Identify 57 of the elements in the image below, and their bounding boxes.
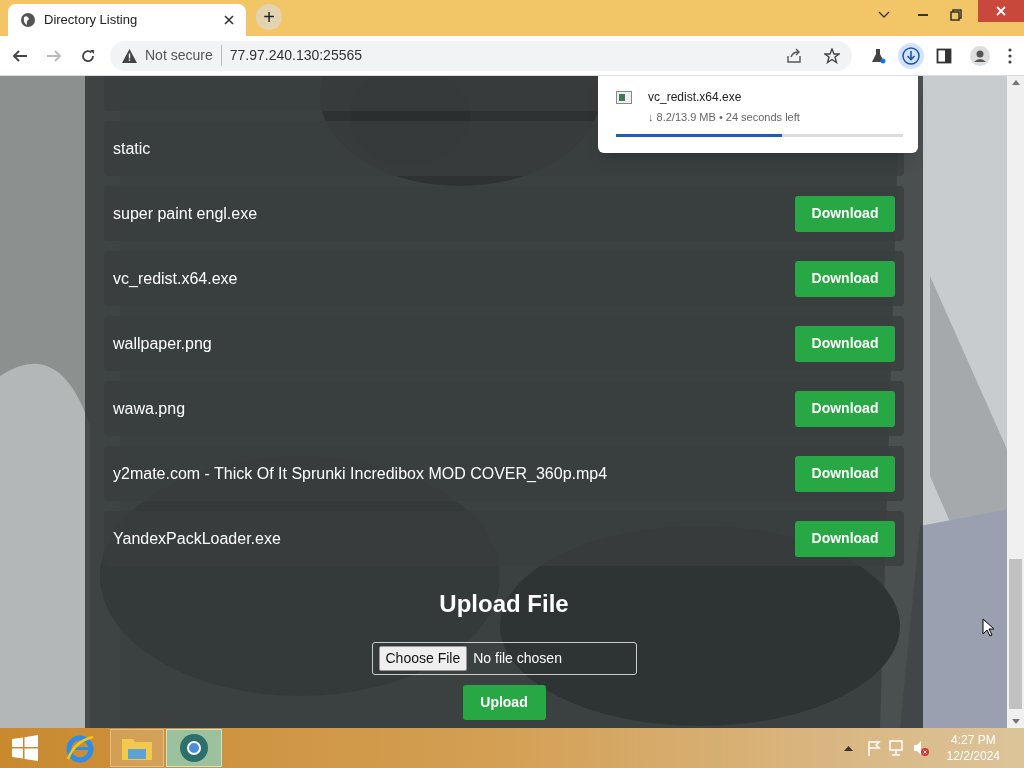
- choose-file-button[interactable]: Choose File: [378, 646, 468, 671]
- menu-icon[interactable]: [1008, 47, 1012, 64]
- download-button[interactable]: Download: [795, 325, 895, 362]
- file-name: YandexPackLoader.exe: [113, 528, 281, 549]
- upload-button[interactable]: Upload: [462, 685, 546, 720]
- download-status: ↓ 8.2/13.9 MB • 24 seconds left: [648, 110, 800, 125]
- minimize-icon[interactable]: [918, 13, 928, 17]
- close-window-button[interactable]: [978, 0, 1024, 22]
- download-button[interactable]: Download: [795, 455, 895, 492]
- download-filename[interactable]: vc_redist.x64.exe: [648, 88, 800, 106]
- file-name: wawa.png: [113, 398, 186, 419]
- chevron-down-icon[interactable]: [878, 11, 890, 19]
- mouse-cursor-icon: [982, 618, 994, 637]
- file-name: y2mate.com - Thick Of It Sprunki Incredibox MOD COVER_360p.mp4: [113, 463, 608, 484]
- taskbar-app[interactable]: [166, 729, 222, 767]
- file-name: static: [113, 138, 151, 159]
- muted-speaker-icon[interactable]: [912, 740, 929, 756]
- close-icon: [996, 6, 1006, 16]
- address-bar[interactable]: Not secure 77.97.240.130:25565: [110, 40, 852, 71]
- close-icon[interactable]: [224, 15, 234, 25]
- star-icon[interactable]: [824, 47, 840, 64]
- clock-date: 12/2/2024: [946, 748, 1000, 764]
- download-button[interactable]: Download: [795, 195, 895, 232]
- file-name: wallpaper.png: [113, 333, 212, 354]
- file-name: vc_redist.x64.exe: [113, 268, 238, 289]
- scroll-up-icon[interactable]: [1011, 80, 1020, 85]
- browser-e-icon: [65, 733, 95, 763]
- globe-icon: [20, 12, 36, 28]
- security-label: Not secure: [145, 45, 222, 66]
- file-icon: [616, 91, 632, 104]
- file-input[interactable]: Choose File No file chosen: [371, 642, 637, 675]
- download-button[interactable]: Download: [795, 390, 895, 427]
- scrollbar-thumb[interactable]: [1009, 559, 1022, 709]
- download-button[interactable]: Download: [795, 260, 895, 297]
- chevron-up-icon[interactable]: [843, 745, 853, 751]
- new-tab-button[interactable]: +: [256, 4, 282, 30]
- reload-icon[interactable]: [80, 47, 96, 64]
- restore-icon[interactable]: [950, 9, 962, 21]
- file-name: super paint engl.exe: [113, 203, 258, 224]
- warning-icon: [122, 48, 137, 63]
- browser-tab[interactable]: Directory Listing: [8, 4, 246, 36]
- tab-title: Directory Listing: [44, 11, 139, 30]
- clock-time: 4:27 PM: [950, 732, 996, 748]
- flask-icon[interactable]: [870, 47, 886, 64]
- chrome-like-icon: [179, 733, 209, 763]
- url-text: 77.97.240.130:25565: [229, 46, 363, 65]
- windows-icon: [12, 735, 38, 761]
- side-panel-icon[interactable]: [936, 47, 952, 64]
- profile-icon[interactable]: [970, 45, 990, 66]
- file-status: No file chosen: [473, 649, 562, 668]
- download-icon: [902, 46, 920, 65]
- share-icon[interactable]: [786, 47, 802, 64]
- download-button[interactable]: Download: [795, 520, 895, 557]
- download-button[interactable]: [898, 42, 924, 69]
- scroll-down-icon[interactable]: [1011, 719, 1020, 724]
- back-arrow-icon[interactable]: [12, 47, 28, 64]
- upload-title: Upload File: [439, 589, 569, 619]
